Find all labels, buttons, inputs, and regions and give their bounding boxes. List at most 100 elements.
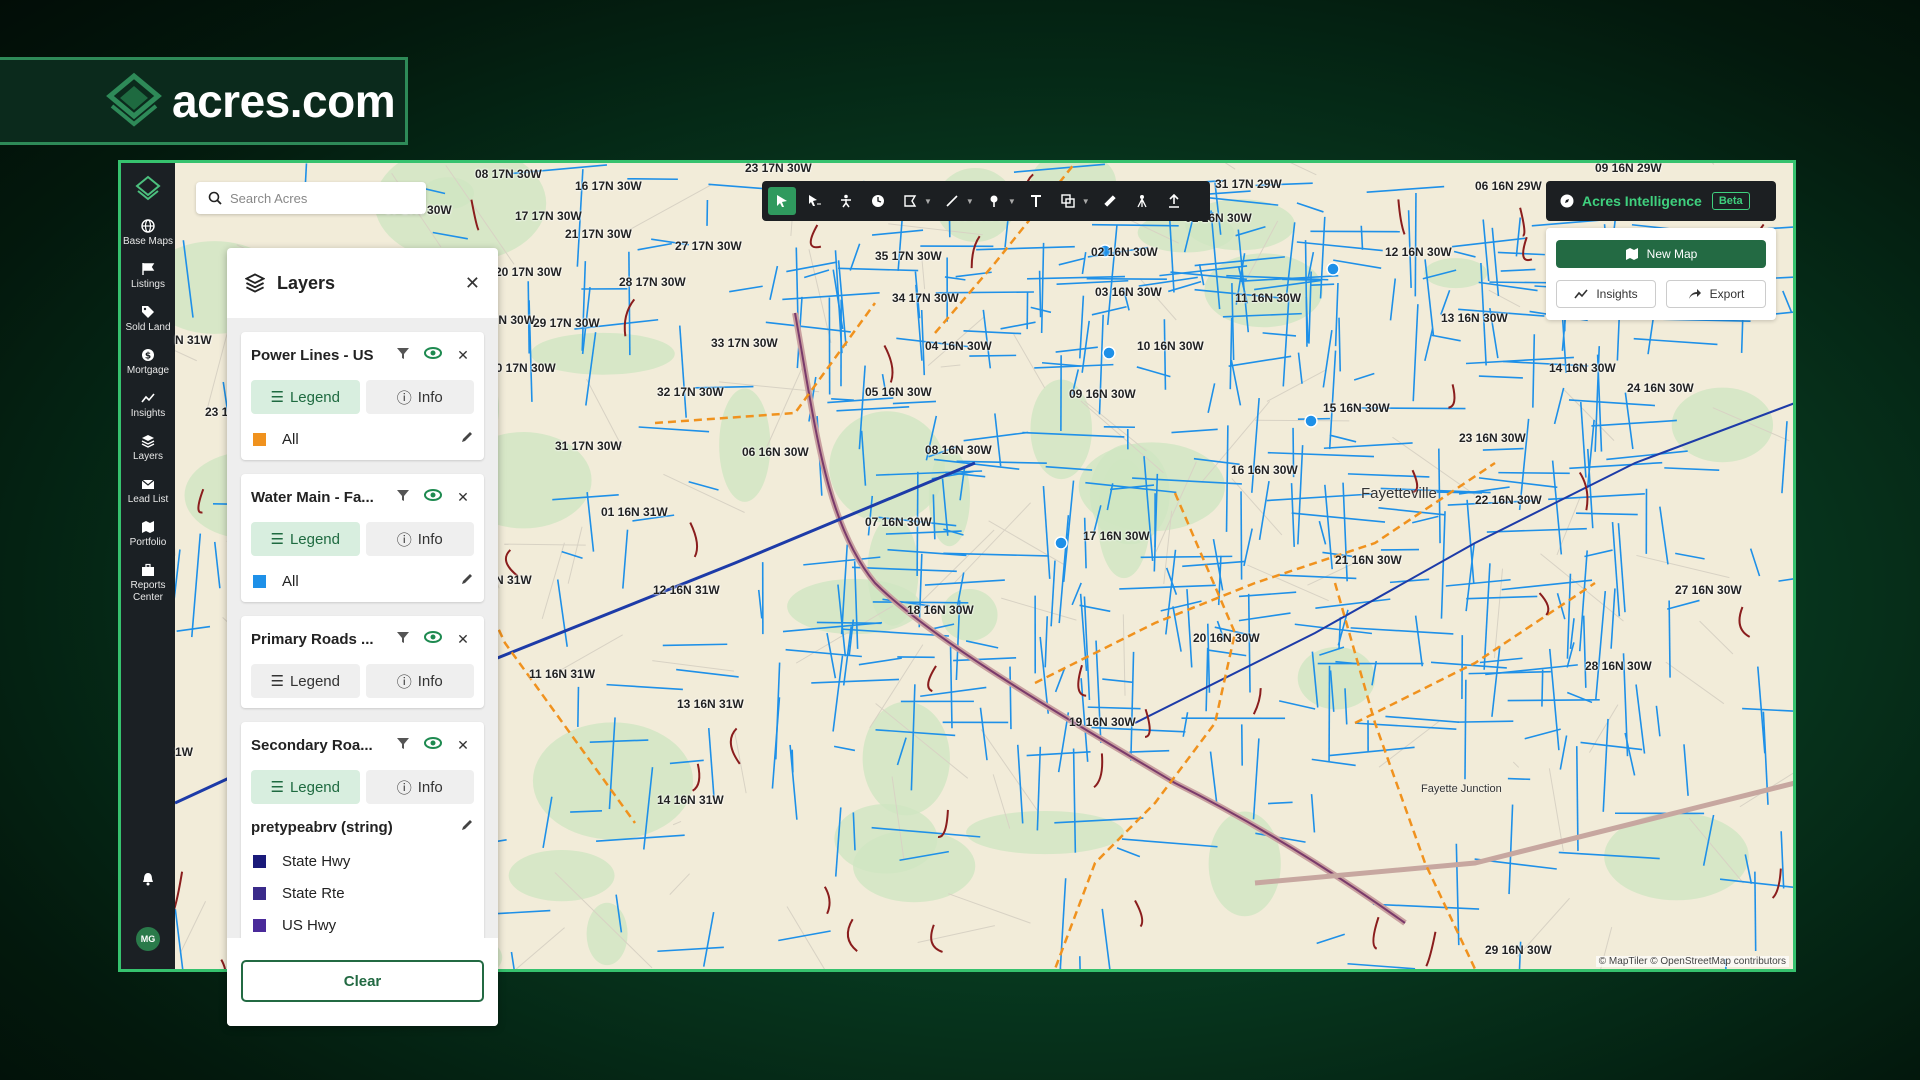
filter-icon[interactable] xyxy=(392,736,414,755)
acres-intelligence-header[interactable]: Acres Intelligence Beta xyxy=(1546,181,1776,221)
sidebar-item-reports-center[interactable]: Reports Center xyxy=(121,563,175,604)
shape-tool-button[interactable] xyxy=(1054,187,1082,215)
section-label: 09 16N 30W xyxy=(1069,387,1136,401)
water-main-line xyxy=(1431,334,1461,342)
survey-tool-button[interactable] xyxy=(1128,187,1156,215)
section-label: 21 17N 30W xyxy=(565,227,632,241)
sidebar-item-label: Reports Center xyxy=(130,580,166,603)
legend-tab[interactable]: ☰ Legend xyxy=(251,664,360,698)
sidebar-item-portfolio[interactable]: Portfolio xyxy=(121,520,175,549)
pencil-icon[interactable] xyxy=(460,572,474,590)
select-tool-button[interactable] xyxy=(768,187,796,215)
water-main-line xyxy=(1466,595,1538,600)
polygon-tool-button[interactable] xyxy=(896,187,924,215)
eye-icon[interactable] xyxy=(422,346,444,364)
sidebar-item-listings[interactable]: Listings xyxy=(121,262,175,291)
sidebar-item-lead-list[interactable]: Lead List xyxy=(121,477,175,506)
chevron-down-icon[interactable]: ▼ xyxy=(924,197,932,206)
eye-icon[interactable] xyxy=(422,736,444,754)
text-tool-button[interactable] xyxy=(1022,187,1050,215)
info-tab[interactable]: ⓘ Info xyxy=(365,770,474,804)
sidebar-item-insights[interactable]: Insights xyxy=(121,391,175,420)
chevron-down-icon[interactable]: ▼ xyxy=(1008,197,1016,206)
water-main-line xyxy=(1497,251,1545,256)
upload-tool-button[interactable] xyxy=(1160,187,1188,215)
park-area xyxy=(1297,647,1376,710)
section-label: 1W xyxy=(175,745,193,759)
clear-button[interactable]: Clear xyxy=(241,960,484,1002)
line-tool-button[interactable] xyxy=(938,187,966,215)
layers-panel: Layers ✕ Power Lines - US ✕ ☰ Legend ⓘ Inf… xyxy=(227,248,498,1026)
water-main-line xyxy=(1278,574,1357,580)
secondary-road xyxy=(1134,900,1144,928)
sidebar-item-sold-land[interactable]: Sold Land xyxy=(121,305,175,334)
legend-tab[interactable]: ☰ Legend xyxy=(251,522,360,556)
app-logo-icon[interactable] xyxy=(135,175,161,201)
water-main-line xyxy=(1515,217,1522,257)
filter-icon[interactable] xyxy=(392,488,414,507)
water-main-line xyxy=(678,325,687,418)
bell-icon[interactable] xyxy=(140,871,156,887)
remove-layer-icon[interactable]: ✕ xyxy=(452,737,474,754)
water-main-line xyxy=(1559,735,1568,770)
clock-tool-button[interactable] xyxy=(864,187,892,215)
sidebar-item-mortgage[interactable]: $ Mortgage xyxy=(121,348,175,377)
eye-icon[interactable] xyxy=(422,488,444,506)
water-main-line xyxy=(1059,878,1067,969)
pencil-icon[interactable] xyxy=(460,818,474,836)
layers-list[interactable]: Power Lines - US ✕ ☰ Legend ⓘ Info All Wat… xyxy=(227,318,498,938)
water-main-line xyxy=(1532,334,1536,408)
water-main-line xyxy=(965,640,999,649)
measure-tool-button[interactable] xyxy=(1096,187,1124,215)
new-map-button[interactable]: New Map xyxy=(1556,240,1766,268)
water-main-line xyxy=(1553,387,1565,425)
person-tool-button[interactable] xyxy=(832,187,860,215)
eye-icon[interactable] xyxy=(422,630,444,648)
svg-text:$: $ xyxy=(145,352,151,362)
briefcase-icon xyxy=(142,563,154,576)
legend-label: All xyxy=(282,572,299,590)
secondary-road xyxy=(883,345,894,383)
pin-tool-button[interactable] xyxy=(980,187,1008,215)
legend-swatch xyxy=(253,574,266,588)
chevron-down-icon[interactable]: ▼ xyxy=(966,197,974,206)
multi-select-tool-button[interactable] xyxy=(800,187,828,215)
search-input[interactable] xyxy=(230,190,410,206)
info-tab[interactable]: ⓘ Info xyxy=(365,380,474,414)
info-tab[interactable]: ⓘ Info xyxy=(365,522,474,556)
avatar[interactable]: MG xyxy=(136,927,160,951)
water-main-line xyxy=(969,354,1017,357)
chevron-down-icon[interactable]: ▼ xyxy=(1082,197,1090,206)
map-attribution[interactable]: © MapTiler © OpenStreetMap contributors xyxy=(1595,956,1789,967)
sidebar-item-base-maps[interactable]: Base Maps xyxy=(121,219,175,248)
water-main-line xyxy=(837,260,847,346)
water-main-line xyxy=(1582,615,1587,688)
filter-icon[interactable] xyxy=(392,630,414,649)
legend-tab[interactable]: ☰ Legend xyxy=(251,380,360,414)
remove-layer-icon[interactable]: ✕ xyxy=(452,631,474,648)
sidebar-item-label: Lead List xyxy=(127,494,169,505)
legend-tab[interactable]: ☰ Legend xyxy=(251,770,360,804)
water-main-line xyxy=(1129,749,1170,753)
water-main-line xyxy=(1121,838,1218,848)
sidebar-item-layers[interactable]: Layers xyxy=(121,434,175,463)
insights-button[interactable]: Insights xyxy=(1556,280,1656,308)
remove-layer-icon[interactable]: ✕ xyxy=(452,489,474,506)
street-line xyxy=(180,901,207,952)
info-tab[interactable]: ⓘ Info xyxy=(365,664,474,698)
remove-layer-icon[interactable]: ✕ xyxy=(452,347,474,364)
water-main-line xyxy=(1230,359,1242,406)
water-main-line xyxy=(1389,278,1397,321)
water-main-line xyxy=(1464,679,1467,780)
layers-icon xyxy=(141,435,155,448)
street-line xyxy=(1266,369,1327,402)
filter-icon[interactable] xyxy=(392,346,414,365)
legend-label: State Rte xyxy=(282,884,345,902)
water-main-line xyxy=(786,261,838,273)
export-button[interactable]: Export xyxy=(1666,280,1766,308)
close-icon[interactable]: ✕ xyxy=(465,273,480,294)
water-main-line xyxy=(707,727,715,799)
water-main-line xyxy=(1438,448,1441,544)
search-bar[interactable] xyxy=(196,182,426,214)
pencil-icon[interactable] xyxy=(460,430,474,448)
